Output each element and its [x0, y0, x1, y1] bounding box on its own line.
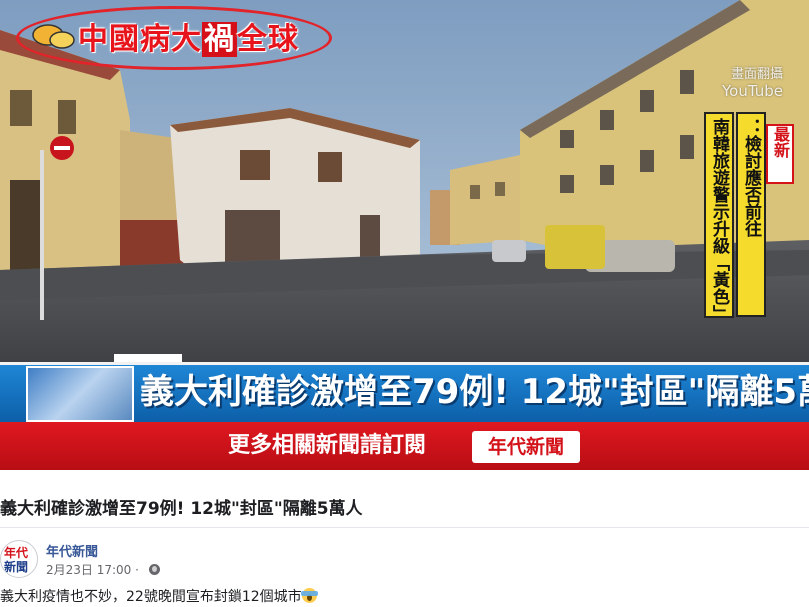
- headline-thumbnail: [26, 366, 134, 422]
- subscribe-channel-button[interactable]: 年代新聞: [472, 431, 580, 463]
- side-caption-1: 南韓旅遊警示升級「黃色」: [704, 112, 734, 322]
- side-caption-2: ：檢討應否前往: [736, 112, 766, 317]
- screaming-face-icon: [300, 588, 318, 603]
- source-watermark: 畫面翻攝 YouTube: [722, 66, 783, 100]
- speech-bubble-logo-icon: [32, 24, 75, 49]
- watermark-line1: 畫面翻攝: [730, 67, 783, 82]
- watermark-youtube: YouTube: [722, 82, 783, 100]
- logo-main-text: 中國病大: [78, 22, 202, 57]
- subscribe-text: 更多相關新聞請訂閱: [228, 433, 427, 458]
- program-logo: 中國病大禍全球: [78, 14, 299, 58]
- logo-boxed-char: 禍: [202, 22, 237, 57]
- side-caption-2-text: ：檢討應否前往: [741, 118, 761, 237]
- meta-separator: ·: [135, 563, 139, 577]
- page-name-link[interactable]: 年代新聞: [46, 541, 98, 560]
- avatar-line2: 新聞: [4, 560, 29, 574]
- side-caption-1-text: 南韓旅遊警示升級「黃色」: [709, 118, 729, 322]
- headline-text: 義大利確診激增至79例! 12城"封區"隔離5萬人: [140, 372, 809, 412]
- globe-icon[interactable]: [148, 564, 160, 575]
- avatar[interactable]: 年代 新聞: [0, 540, 38, 578]
- post-body: 義大利疫情也不妙，22號晚間宣布封鎖12個城市: [0, 586, 318, 606]
- logo-rest-text: 全球: [237, 22, 299, 57]
- latest-badge-text: 最新: [771, 126, 790, 158]
- latest-badge: 最新: [766, 124, 794, 184]
- post-timestamp[interactable]: 2月23日 17:00: [46, 563, 131, 577]
- post-title[interactable]: 義大利確診激增至79例! 12城"封區"隔離5萬人: [0, 494, 363, 519]
- avatar-line1: 年代: [4, 546, 29, 560]
- post-body-text: 義大利疫情也不妙，22號晚間宣布封鎖12個城市: [0, 589, 302, 605]
- news-video[interactable]: 中國病大禍全球 畫面翻攝 YouTube 南韓旅遊警示升級「黃色」 ：檢討應否前…: [0, 0, 809, 470]
- divider: [0, 527, 809, 528]
- post-meta: 2月23日 17:00 ·: [46, 561, 160, 578]
